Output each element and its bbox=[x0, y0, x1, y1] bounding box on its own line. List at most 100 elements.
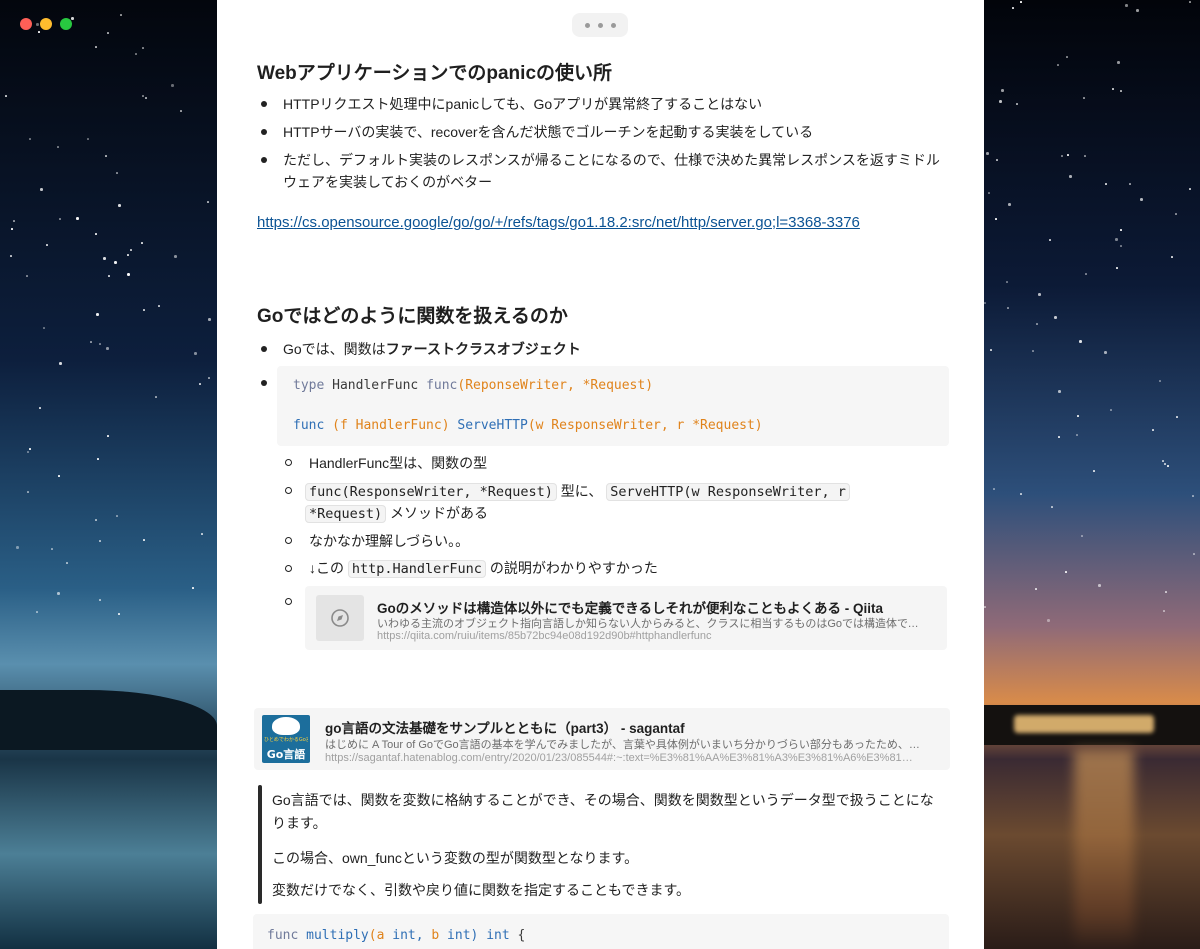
code-line: func (f HandlerFunc) ServeHTTP(w Respons… bbox=[293, 418, 763, 433]
city-lights bbox=[1014, 715, 1154, 733]
sub-list-item: ↓この http.HandlerFunc の説明がわかりやすかった bbox=[309, 560, 658, 578]
star bbox=[1049, 239, 1051, 241]
section-heading: Goではどのように関数を扱えるのか bbox=[257, 306, 568, 327]
card-title: Goのメソッドは構造体以外にでも定義できるしそれが便利なこともよくある - Qi… bbox=[377, 601, 883, 616]
gopher-icon bbox=[272, 717, 300, 735]
star bbox=[5, 95, 7, 97]
inline-code: ServeHTTP(w ResponseWriter, r bbox=[606, 483, 850, 501]
star bbox=[1098, 584, 1101, 587]
star bbox=[1054, 316, 1057, 319]
star bbox=[1105, 183, 1107, 185]
star bbox=[106, 347, 109, 350]
list-item-text: Goでは、関数は bbox=[283, 341, 386, 357]
star bbox=[1020, 493, 1022, 495]
star bbox=[1076, 434, 1078, 436]
inline-code: *Request) bbox=[305, 505, 387, 523]
star bbox=[1036, 323, 1038, 325]
star bbox=[43, 327, 45, 329]
star bbox=[1083, 97, 1085, 99]
star bbox=[171, 84, 174, 87]
star bbox=[993, 488, 995, 490]
star bbox=[1129, 183, 1131, 185]
star bbox=[201, 533, 203, 535]
star bbox=[1110, 409, 1112, 411]
background-left bbox=[0, 0, 217, 949]
bullet bbox=[261, 101, 267, 107]
star bbox=[105, 155, 107, 157]
close-button[interactable] bbox=[20, 18, 32, 30]
star bbox=[1120, 245, 1122, 247]
star bbox=[107, 32, 109, 34]
document-page: Webアプリケーションでのpanicの使い所 HTTPリクエスト処理中にpani… bbox=[217, 0, 984, 949]
star bbox=[995, 218, 997, 220]
window-controls bbox=[20, 18, 72, 30]
code-line: func multiply(a int, b int) int { bbox=[267, 928, 526, 943]
star bbox=[1167, 465, 1169, 467]
star bbox=[1007, 307, 1009, 309]
star bbox=[36, 611, 38, 613]
list-item: Goでは、関数はファーストクラスオブジェクト bbox=[283, 338, 581, 360]
star bbox=[11, 228, 13, 230]
link-card-blog[interactable]: ひとめでわかるGo言語 Go言語 go言語の文法基礎をサンプルとともに（part… bbox=[254, 708, 950, 770]
sub-bullet bbox=[285, 598, 292, 605]
bullet bbox=[261, 346, 267, 352]
star bbox=[180, 110, 182, 112]
star bbox=[27, 451, 29, 453]
star bbox=[174, 255, 177, 258]
source-link[interactable]: https://cs.opensource.google/go/go/+/ref… bbox=[257, 214, 860, 231]
star bbox=[158, 305, 160, 307]
list-item: HTTPリクエスト処理中にpanicしても、Goアプリが異常終了することはない bbox=[283, 96, 763, 112]
inline-code: func(ResponseWriter, *Request) bbox=[305, 483, 557, 501]
star bbox=[1176, 416, 1178, 418]
more-options-button[interactable] bbox=[572, 13, 628, 37]
star bbox=[192, 587, 194, 589]
link-card-qiita[interactable]: Goのメソッドは構造体以外にでも定義できるしそれが便利なこともよくある - Qi… bbox=[305, 586, 947, 650]
star bbox=[1067, 154, 1069, 156]
star bbox=[66, 562, 68, 564]
star bbox=[199, 383, 201, 385]
star bbox=[1117, 61, 1120, 64]
star bbox=[1163, 610, 1165, 612]
star bbox=[1193, 553, 1195, 555]
star bbox=[1066, 56, 1068, 58]
star bbox=[1115, 238, 1118, 241]
star bbox=[127, 273, 130, 276]
star bbox=[135, 53, 137, 55]
compass-icon bbox=[316, 595, 364, 641]
star bbox=[40, 188, 43, 191]
star bbox=[29, 138, 31, 140]
star bbox=[990, 349, 992, 351]
code-block: type HandlerFunc func(ReponseWriter, *Re… bbox=[277, 366, 949, 446]
star bbox=[1016, 103, 1018, 105]
sub-bullet bbox=[285, 537, 292, 544]
star bbox=[1061, 155, 1063, 157]
star bbox=[143, 309, 145, 311]
star bbox=[99, 540, 101, 542]
inline-code: http.HandlerFunc bbox=[347, 560, 486, 578]
star bbox=[1069, 175, 1072, 178]
star bbox=[1047, 619, 1050, 622]
list-item: HTTPサーバの実装で、recoverを含んだ状態でゴルーチンを起動する実装をし… bbox=[283, 124, 814, 140]
star bbox=[1058, 390, 1061, 393]
star bbox=[1125, 4, 1128, 7]
water-reflection bbox=[1074, 750, 1134, 949]
star bbox=[99, 343, 101, 345]
background-right bbox=[984, 0, 1200, 949]
zoom-button[interactable] bbox=[60, 18, 72, 30]
star bbox=[996, 159, 998, 161]
star bbox=[1189, 188, 1191, 190]
star bbox=[141, 242, 143, 244]
star bbox=[16, 546, 19, 549]
star bbox=[207, 201, 209, 203]
star bbox=[1001, 89, 1004, 92]
section-heading: Webアプリケーションでのpanicの使い所 bbox=[257, 63, 613, 84]
star bbox=[1085, 273, 1087, 275]
star bbox=[988, 192, 990, 194]
card-url: https://qiita.com/ruiu/items/85b72bc94e0… bbox=[377, 630, 712, 642]
star bbox=[999, 100, 1002, 103]
star bbox=[1077, 415, 1079, 417]
star bbox=[57, 592, 60, 595]
thumbnail-caption: ひとめでわかるGo言語 bbox=[264, 737, 308, 743]
star bbox=[59, 218, 61, 220]
minimize-button[interactable] bbox=[40, 18, 52, 30]
